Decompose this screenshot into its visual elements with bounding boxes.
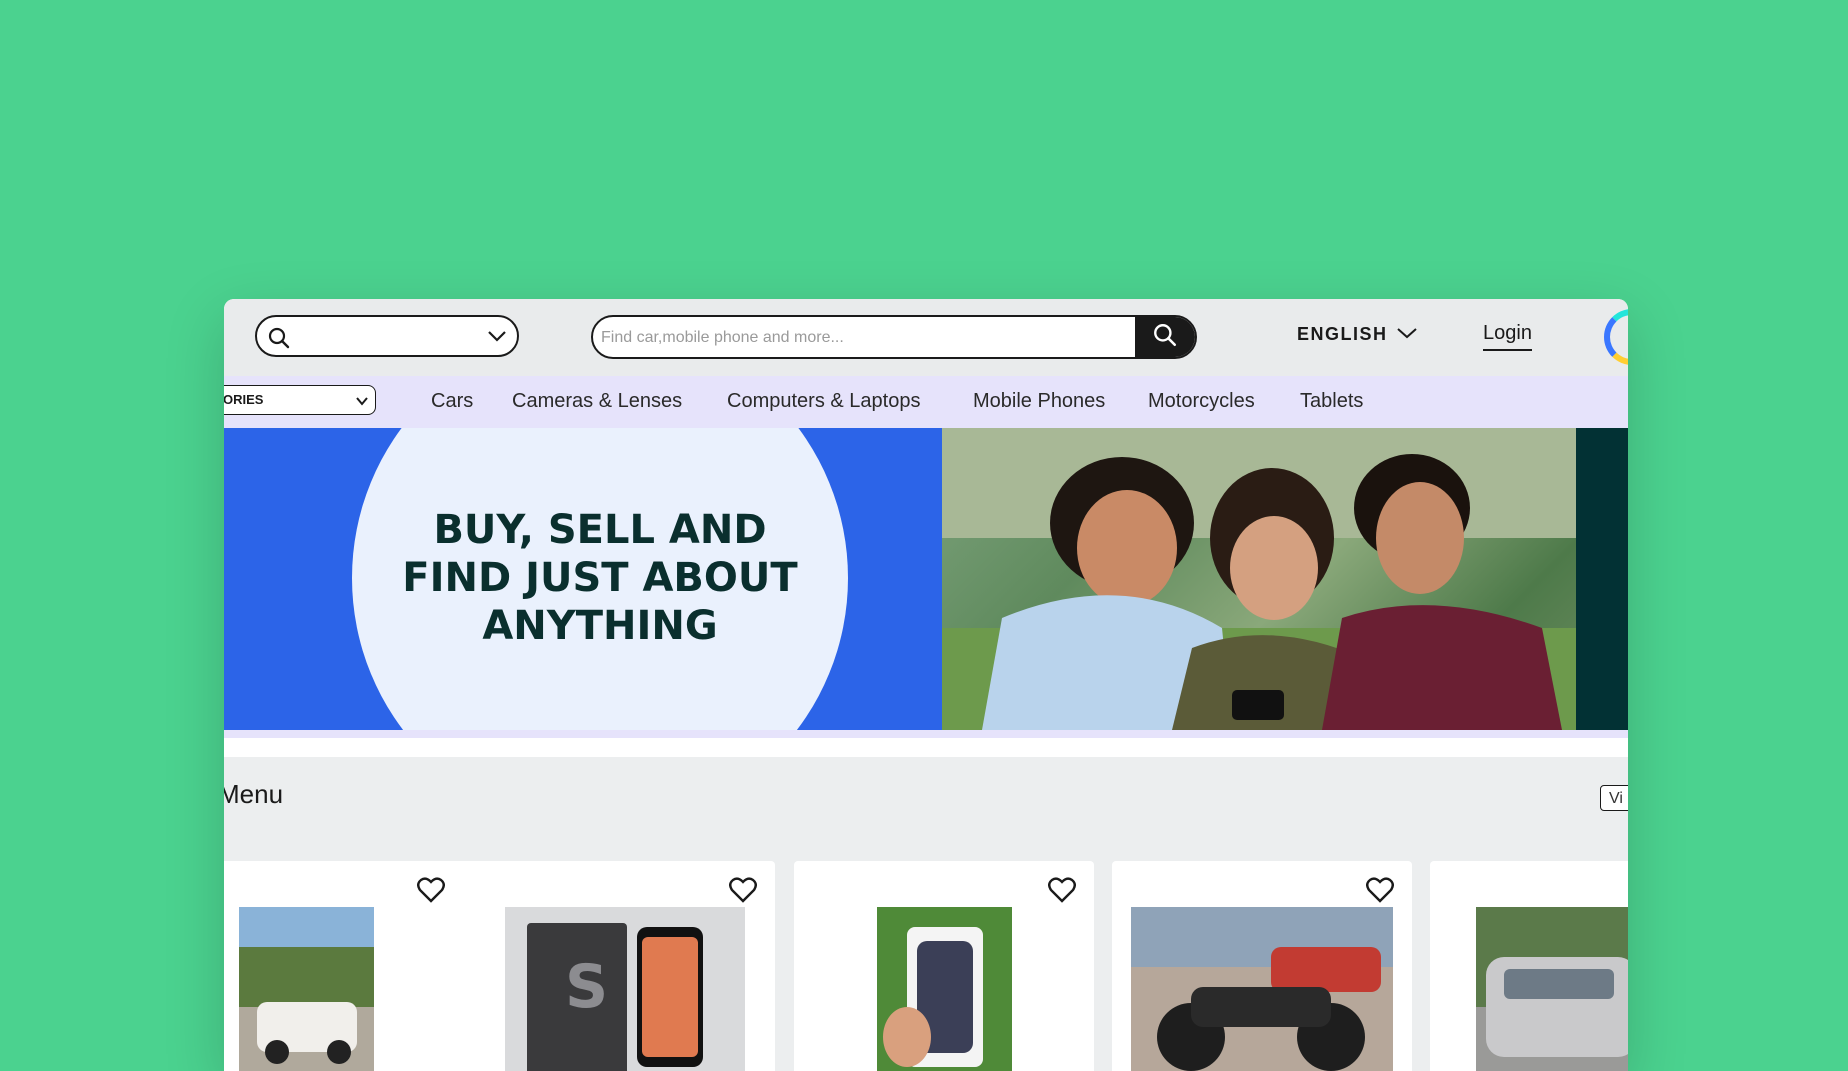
language-label: ENGLISH [1297,324,1388,344]
headline-line: BUY, SELL AND [433,507,767,553]
category-cars[interactable]: Cars [431,390,473,413]
menu-title: Menu [224,779,284,809]
svg-text:S: S [565,952,608,1022]
category-bar: ORIES Cars Cameras & Lenses Computers & … [224,376,1628,428]
hero-banner[interactable]: BUY, SELL AND FIND JUST ABOUT ANYTHING [224,428,1628,730]
search-bar [591,315,1197,359]
listing-card[interactable] [224,861,490,1071]
listing-card[interactable] [1430,861,1628,1071]
listing-card[interactable]: S [475,861,775,1071]
heart-icon[interactable] [1366,877,1394,908]
heart-icon[interactable] [417,877,445,908]
category-motorcycles[interactable]: Motorcycles [1148,390,1255,413]
view-all-button[interactable]: Vi [1600,785,1628,811]
all-categories-label: ORIES [224,392,264,407]
all-categories-select[interactable]: ORIES [224,385,376,415]
category-tablets[interactable]: Tablets [1300,390,1363,413]
banner-divider [224,730,1628,738]
listing-card[interactable] [794,861,1094,1071]
heart-icon[interactable] [729,877,757,908]
listing-thumbnail [877,907,1012,1071]
chevron-down-icon[interactable] [487,329,507,348]
banner-headline: BUY, SELL AND FIND JUST ABOUT ANYTHING [392,506,808,650]
banner-photo [942,428,1576,730]
heart-icon[interactable] [1048,877,1076,908]
search-icon [267,326,291,355]
headline-line: ANYTHING [482,603,718,649]
listing-thumbnail: S [505,907,745,1071]
category-cameras-lenses[interactable]: Cameras & Lenses [512,390,682,413]
search-button[interactable] [1135,317,1195,357]
category-computers-laptops[interactable]: Computers & Laptops [727,390,920,413]
menu-section: Menu Vi S [224,757,1628,1071]
category-mobile-phones[interactable]: Mobile Phones [973,390,1105,413]
location-selector[interactable] [255,315,519,357]
language-selector[interactable]: ENGLISH [1297,324,1418,345]
listing-thumbnail [1131,907,1393,1071]
chevron-down-icon [1396,324,1418,345]
search-input[interactable] [599,317,1173,357]
search-icon [1152,322,1178,353]
listing-thumbnail [239,907,374,1071]
top-header: ENGLISH Login [224,299,1628,377]
banner-dark-edge [1576,428,1628,730]
listing-card[interactable] [1112,861,1412,1071]
browser-window: ENGLISH Login ORIES Cars Cameras & Lense… [224,299,1628,1071]
headline-line: FIND JUST ABOUT [402,555,798,601]
chevron-down-icon [355,394,369,409]
login-link[interactable]: Login [1483,322,1532,351]
listing-thumbnail [1476,907,1628,1071]
sell-button[interactable] [1604,309,1628,365]
